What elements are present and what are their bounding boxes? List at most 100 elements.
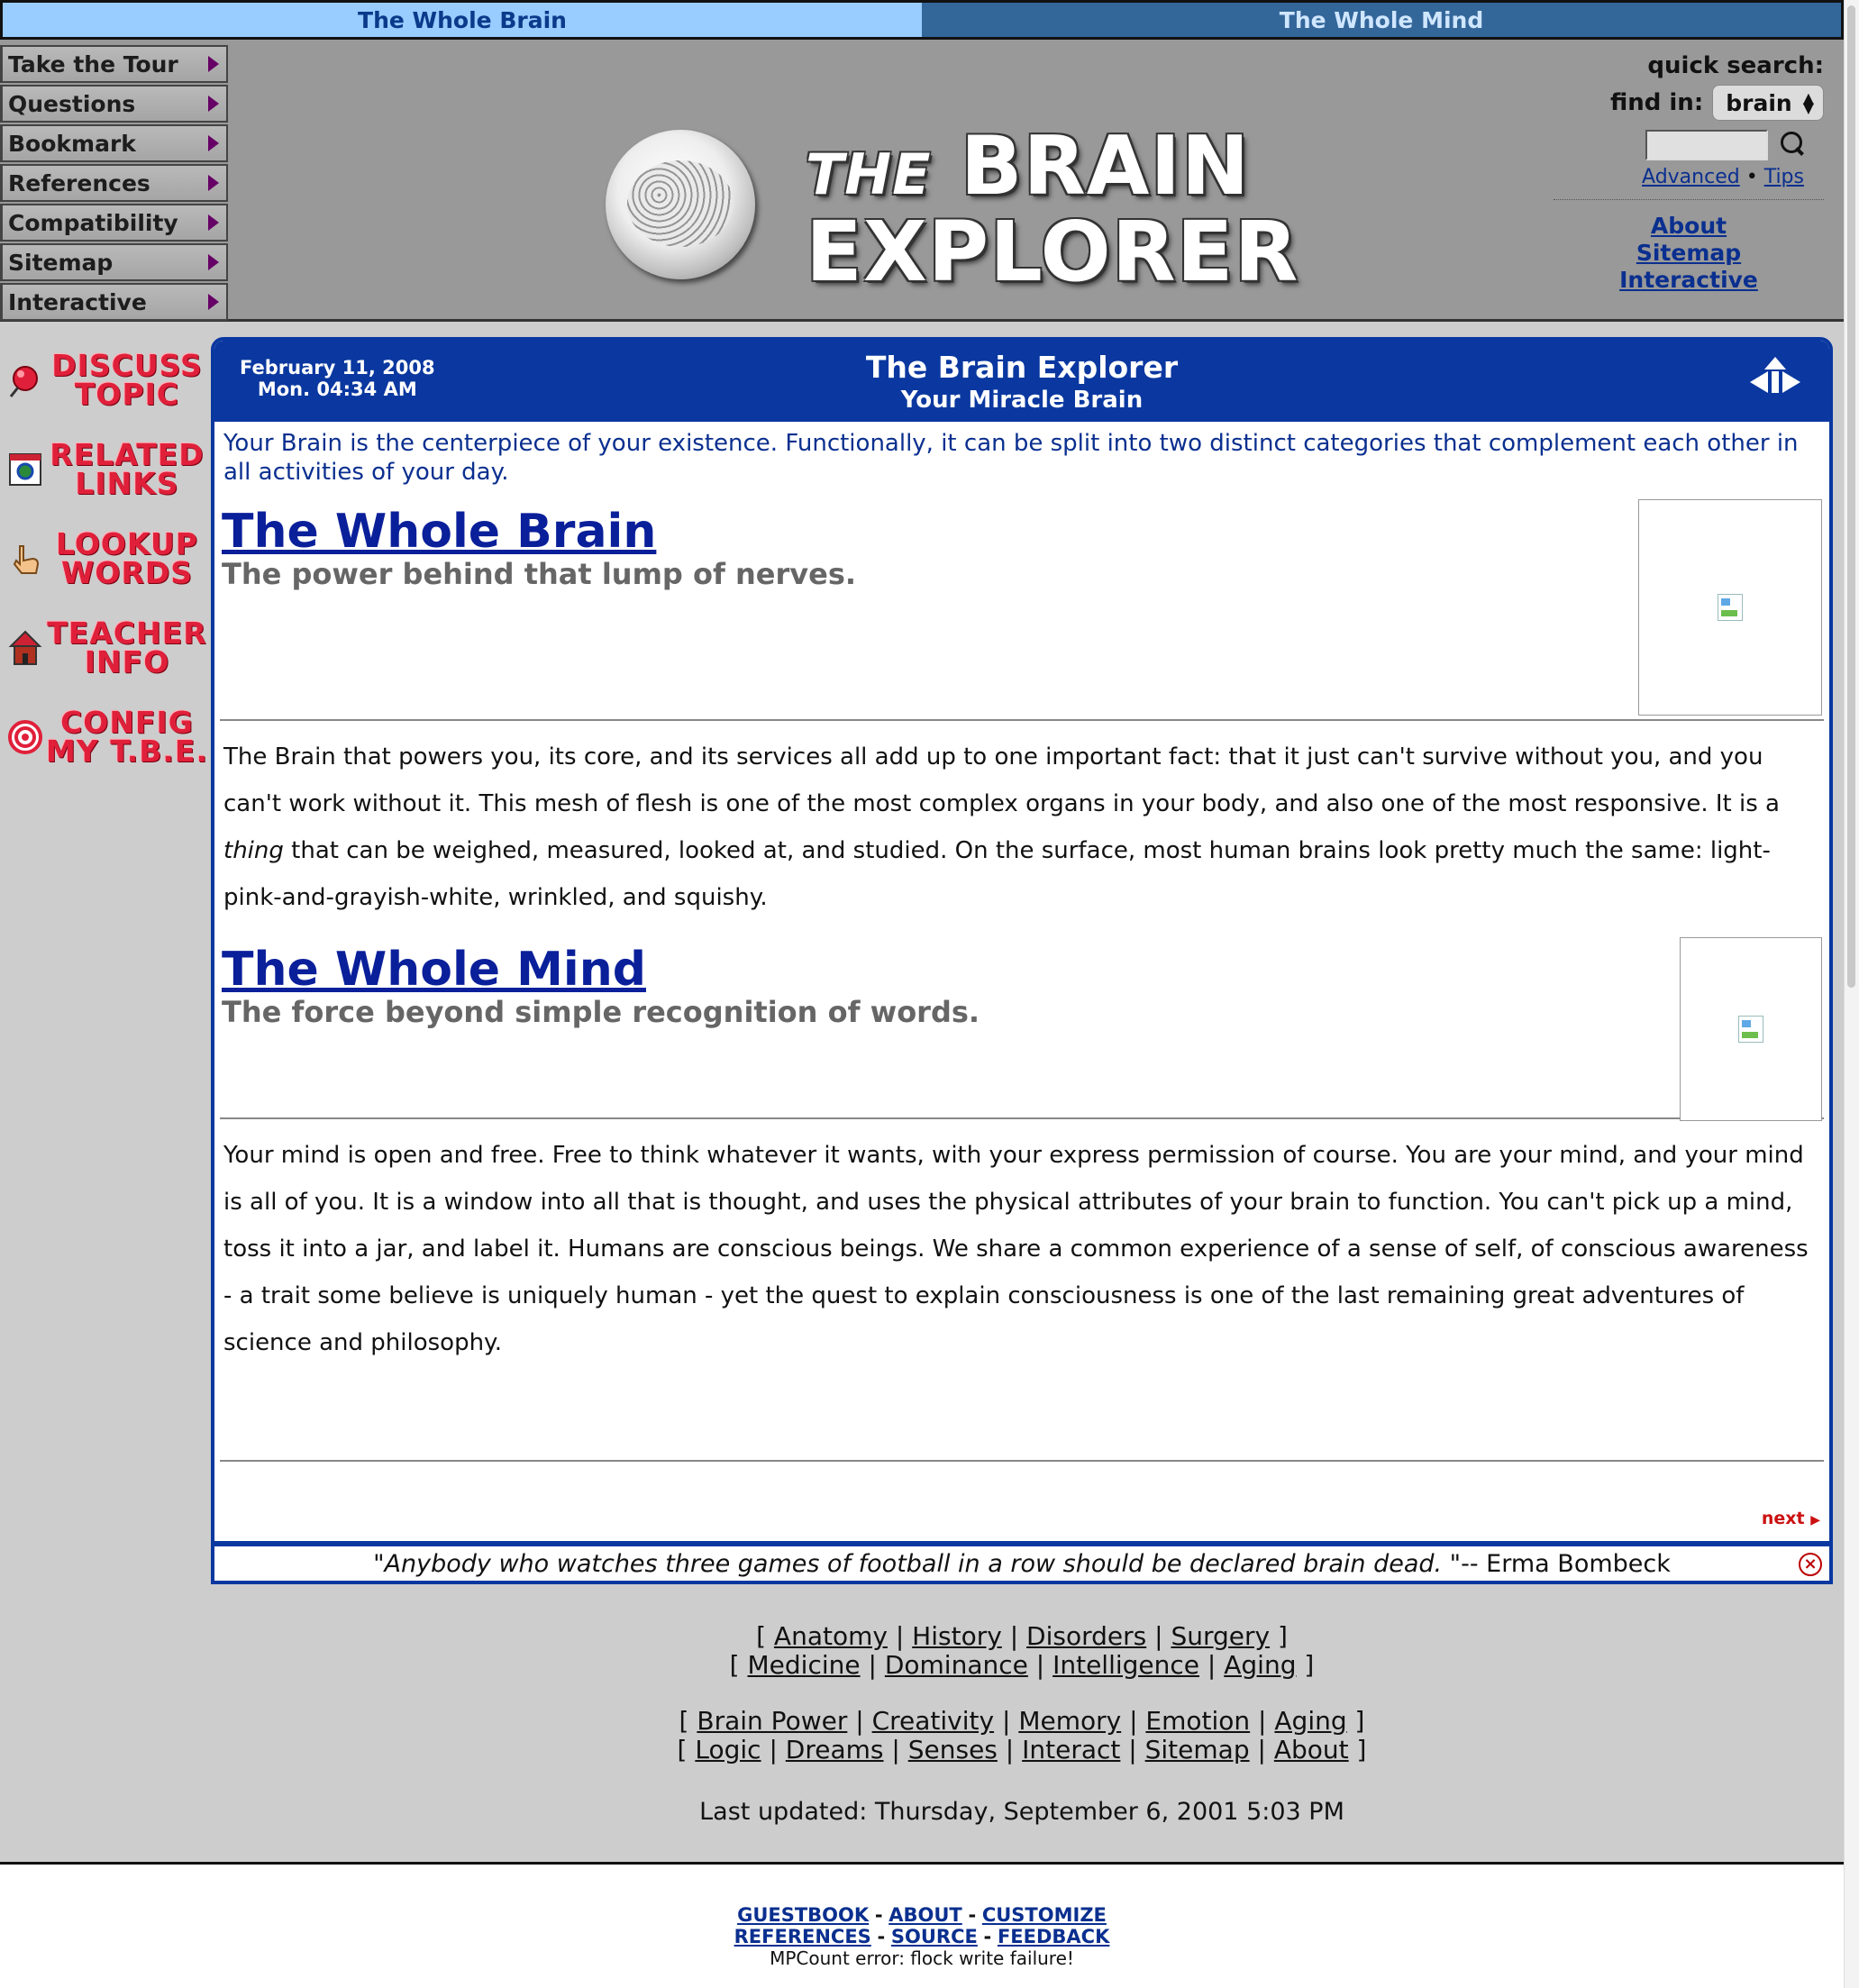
about-link[interactable]: ABOUT xyxy=(888,1904,962,1926)
search-input[interactable] xyxy=(1645,130,1768,160)
scrollbar-thumb[interactable] xyxy=(1847,5,1855,988)
source-link[interactable]: SOURCE xyxy=(891,1926,978,1947)
schoolhouse-icon xyxy=(5,628,45,668)
header-sitemap-link[interactable]: Sitemap xyxy=(1554,240,1824,267)
footer-link-logic[interactable]: Logic xyxy=(695,1735,761,1765)
triangle-right-icon xyxy=(208,214,219,231)
broken-image-icon xyxy=(1718,594,1743,621)
divider xyxy=(220,1117,1824,1119)
header-nav: About Sitemap Interactive xyxy=(1554,213,1824,294)
footer-link-dominance[interactable]: Dominance xyxy=(885,1650,1028,1680)
side-link-line2: TOPIC xyxy=(74,377,180,412)
menu-item-questions[interactable]: Questions xyxy=(0,85,228,123)
link-separator: • xyxy=(1745,166,1758,188)
side-link-lookup-words[interactable]: LOOKUP WORDS xyxy=(0,515,209,602)
whole-mind-heading-link[interactable]: The Whole Mind xyxy=(222,943,646,997)
find-in-select[interactable]: brain ▲ ▼ xyxy=(1712,85,1824,121)
side-link-discuss-topic[interactable]: DISCUSS TOPIC xyxy=(0,337,209,424)
divider xyxy=(1554,199,1824,200)
triangle-right-icon xyxy=(208,294,219,310)
select-arrows-icon: ▲ ▼ xyxy=(1802,88,1814,116)
side-link-line2: WORDS xyxy=(60,555,194,590)
header-about-link[interactable]: About xyxy=(1554,213,1824,240)
quick-search-title: quick search: xyxy=(1647,52,1824,79)
side-link-related-links[interactable]: RELATED LINKS xyxy=(0,426,209,513)
section-whole-mind: The Whole Mind The force beyond simple r… xyxy=(222,937,1822,1121)
triangle-right-icon xyxy=(208,254,219,270)
counter-error: MPCount error: flock write failure! xyxy=(770,1947,1074,1969)
body-emphasis: thing xyxy=(223,837,284,864)
whole-brain-subheading: The power behind that lump of nerves. xyxy=(222,557,857,591)
whole-mind-body: Your mind is open and free. Free to thin… xyxy=(223,1142,1809,1356)
menu-item-interactive[interactable]: Interactive xyxy=(0,283,228,321)
whole-mind-subheading: The force beyond simple recognition of w… xyxy=(222,995,980,1029)
side-link-config[interactable]: CONFIG MY T.B.E. xyxy=(0,694,209,780)
site-logo[interactable]: THE BRAIN EXPLORER xyxy=(606,87,1298,294)
menu-item-compatibility[interactable]: Compatibility xyxy=(0,204,228,242)
whole-mind-image[interactable] xyxy=(1680,937,1822,1121)
triangle-right-icon xyxy=(208,96,219,112)
next-label: next xyxy=(1761,1509,1805,1528)
next-link[interactable]: next ▶ xyxy=(1762,1509,1820,1528)
footer-link-memory[interactable]: Memory xyxy=(1018,1706,1121,1736)
footer-link-surgery[interactable]: Surgery xyxy=(1171,1621,1270,1651)
footer-topic-links: [ Anatomy | History | Disorders | Surger… xyxy=(677,1621,1367,1765)
menu-item-label: Compatibility xyxy=(8,209,178,236)
footer-link-aging-2[interactable]: Aging xyxy=(1274,1706,1346,1736)
logo-the: THE xyxy=(806,141,932,207)
footer-link-dreams[interactable]: Dreams xyxy=(786,1735,884,1765)
footer-link-interact[interactable]: Interact xyxy=(1022,1735,1120,1765)
footer-link-brain-power[interactable]: Brain Power xyxy=(697,1706,847,1736)
menu-item-label: Take the Tour xyxy=(8,50,178,78)
whole-brain-image[interactable] xyxy=(1638,499,1822,716)
logo-wordmark: THE BRAIN EXPLORER xyxy=(806,126,1299,300)
footer-link-creativity[interactable]: Creativity xyxy=(872,1706,995,1736)
menu-item-references[interactable]: References xyxy=(0,164,228,202)
footer-link-senses[interactable]: Senses xyxy=(908,1735,998,1765)
pushpin-icon xyxy=(5,360,45,400)
side-link-teacher-info[interactable]: TEACHER INFO xyxy=(0,605,209,691)
references-link[interactable]: REFERENCES xyxy=(734,1926,871,1947)
quote-text: "Anybody who watches three games of foot… xyxy=(373,1549,1462,1578)
guestbook-link[interactable]: GUESTBOOK xyxy=(737,1904,869,1926)
divider xyxy=(220,719,1824,721)
search-icon[interactable] xyxy=(1775,130,1806,160)
divider xyxy=(220,1460,1824,1462)
footer-link-medicine[interactable]: Medicine xyxy=(748,1650,861,1680)
whole-brain-body: The Brain that powers you, its core, and… xyxy=(214,734,1829,921)
customize-link[interactable]: CUSTOMIZE xyxy=(982,1904,1107,1926)
broken-image-icon xyxy=(1738,1016,1763,1043)
tab-whole-brain[interactable]: The Whole Brain xyxy=(3,3,922,37)
footer-link-history[interactable]: History xyxy=(912,1621,1002,1651)
page-title: The Brain Explorer xyxy=(865,350,1179,385)
site-header: Take the Tour Questions Bookmark Referen… xyxy=(0,40,1844,322)
menu-item-bookmark[interactable]: Bookmark xyxy=(0,124,228,162)
close-icon[interactable]: × xyxy=(1799,1553,1822,1576)
top-tab-bar: The Whole Brain The Whole Mind xyxy=(0,0,1844,40)
advanced-search-link[interactable]: Advanced xyxy=(1642,166,1740,188)
feedback-link[interactable]: FEEDBACK xyxy=(998,1926,1109,1947)
tab-whole-mind[interactable]: The Whole Mind xyxy=(922,3,1841,37)
footer-link-sitemap[interactable]: Sitemap xyxy=(1145,1735,1250,1765)
quote-bar: "Anybody who watches three games of foot… xyxy=(211,1541,1833,1584)
search-tips-link[interactable]: Tips xyxy=(1764,166,1804,188)
body-text: that can be weighed, measured, looked at… xyxy=(223,837,1771,911)
menu-item-label: References xyxy=(8,169,150,196)
logo-explorer: EXPLORER xyxy=(806,204,1299,300)
footer-link-anatomy[interactable]: Anatomy xyxy=(774,1621,888,1651)
footer-link-about[interactable]: About xyxy=(1274,1735,1349,1765)
footer-link-intelligence[interactable]: Intelligence xyxy=(1053,1650,1199,1680)
footer-link-disorders[interactable]: Disorders xyxy=(1026,1621,1146,1651)
menu-item-label: Bookmark xyxy=(8,130,136,157)
quick-search: quick search: find in: brain ▲ ▼ Advanced… xyxy=(1526,52,1824,294)
footer-link-aging[interactable]: Aging xyxy=(1224,1650,1296,1680)
header-interactive-link[interactable]: Interactive xyxy=(1554,267,1824,294)
side-link-line2: INFO xyxy=(84,644,170,679)
menu-item-sitemap[interactable]: Sitemap xyxy=(0,243,228,281)
menu-item-take-the-tour[interactable]: Take the Tour xyxy=(0,45,228,83)
side-links: DISCUSS TOPIC RELATED LINKS LOOKUP WORDS TE… xyxy=(0,337,209,783)
footer-link-emotion[interactable]: Emotion xyxy=(1145,1706,1250,1736)
find-in-label: find in: xyxy=(1609,89,1704,116)
navigation-arrows-icon[interactable] xyxy=(1748,355,1802,398)
whole-brain-heading-link[interactable]: The Whole Brain xyxy=(222,505,656,559)
